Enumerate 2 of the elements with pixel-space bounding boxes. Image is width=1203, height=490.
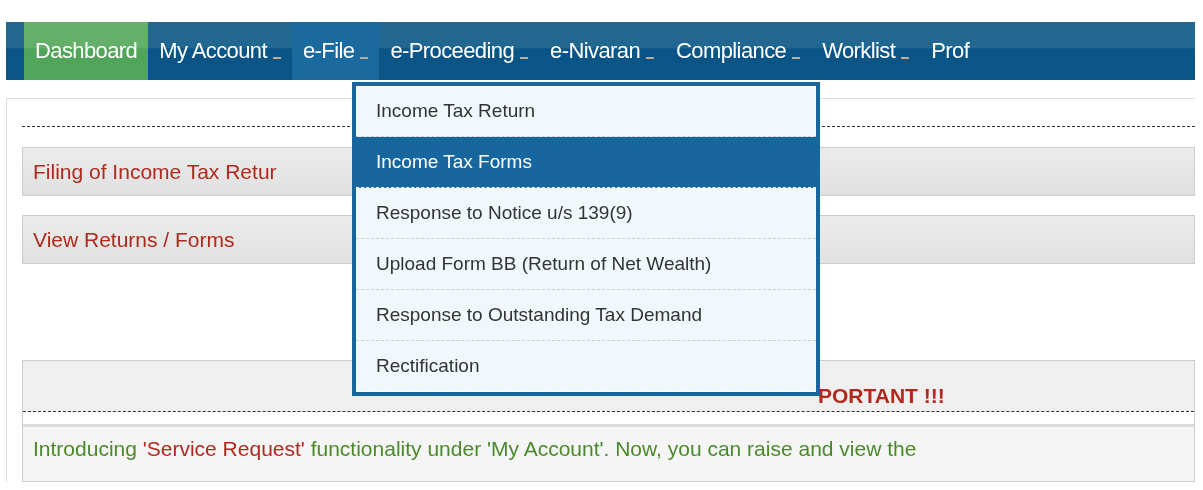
- notice-text: Introducing 'Service Request' functionality under 'My Account'. Now, you can raise and view the: [23, 424, 1194, 481]
- notice-title: PORTANT !!!: [818, 384, 945, 408]
